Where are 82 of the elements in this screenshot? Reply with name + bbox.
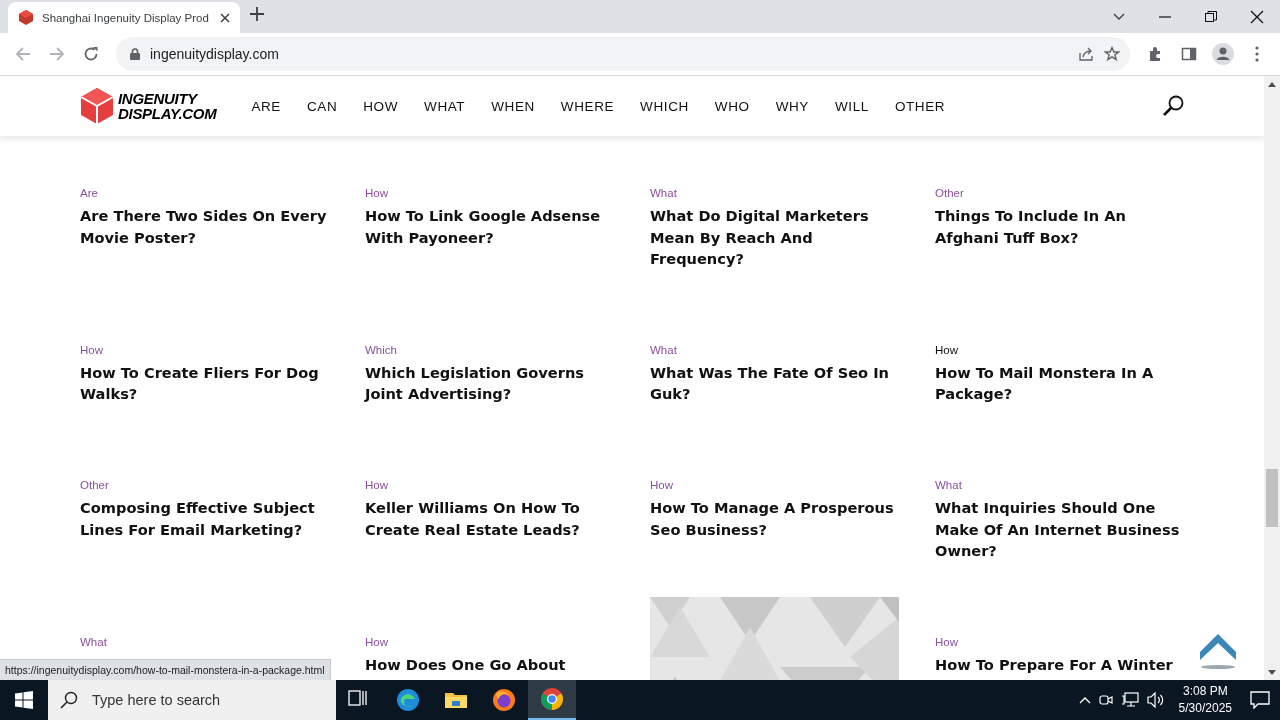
article-title-link[interactable]: What Do Digital Marketers Mean By Reach And Frequency? xyxy=(650,205,900,270)
scroll-up-icon[interactable] xyxy=(1268,81,1276,87)
restore-icon[interactable] xyxy=(1204,9,1218,24)
close-icon[interactable] xyxy=(1250,9,1264,24)
category-link[interactable]: Which xyxy=(365,341,397,358)
article-title-link[interactable]: How To Manage A Prosperous Seo Business? xyxy=(650,496,900,541)
logo-text: INGENUITY xyxy=(118,91,199,106)
nav-link[interactable]: WHERE xyxy=(547,98,628,114)
article-title-link[interactable]: How To Mail Monstera In A Package? xyxy=(935,361,1185,405)
side-panel-icon[interactable] xyxy=(1181,46,1197,62)
article-title-link[interactable]: Things To Include In An Afghani Tuff Box? xyxy=(935,205,1185,249)
category-link[interactable]: How xyxy=(650,476,673,493)
nav-link[interactable]: WHO xyxy=(701,98,763,114)
clock-date: 5/30/2025 xyxy=(1178,700,1232,717)
article-title-link[interactable]: Which Legislation Governs Joint Advertising? xyxy=(365,361,615,405)
share-icon[interactable] xyxy=(1078,46,1094,62)
back-to-top-icon[interactable] xyxy=(1200,632,1236,670)
browser-tab[interactable]: Shanghai Ingenuity Display Prod xyxy=(8,2,240,33)
category-link[interactable]: What xyxy=(935,476,962,493)
extensions-icon[interactable] xyxy=(1147,46,1163,62)
clock[interactable]: 3:08 PM 5/30/2025 xyxy=(1178,683,1232,717)
article-title-link[interactable]: Composing Effective Subject Lines For Email Marketing? xyxy=(80,496,330,541)
site-favicon-icon xyxy=(18,9,34,26)
chevron-up-icon[interactable] xyxy=(1078,696,1091,704)
category-link[interactable]: Are xyxy=(80,185,98,201)
menu-icon[interactable] xyxy=(1255,46,1259,62)
nav-link[interactable]: WHY xyxy=(762,98,822,114)
taskbar-app-button[interactable] xyxy=(528,680,576,720)
chrome-browser-icon xyxy=(540,687,564,711)
star-icon[interactable] xyxy=(1104,46,1120,62)
scrollbar-thumb[interactable] xyxy=(1266,469,1278,527)
firefox-browser-icon xyxy=(492,688,516,712)
edge-browser-icon xyxy=(396,688,420,712)
meet-now-icon[interactable] xyxy=(1098,692,1113,708)
article-title-link[interactable]: How To Create Fliers For Dog Walks? xyxy=(80,361,330,405)
nav-link[interactable]: ARE xyxy=(238,98,294,114)
article-title-link[interactable]: How Does One Go About xyxy=(365,653,615,676)
notification-icon[interactable] xyxy=(1250,691,1270,709)
nav-link[interactable]: OTHER xyxy=(881,98,959,114)
cube-logo-icon xyxy=(80,87,114,125)
category-link[interactable]: Other xyxy=(80,476,109,493)
clock-time: 3:08 PM xyxy=(1182,683,1228,700)
article-title-link[interactable]: What Inquiries Should One Make Of An Internet Business Owner? xyxy=(935,496,1185,562)
category-link[interactable]: What xyxy=(650,185,677,201)
article-title-link[interactable]: What Was The Fate Of Seo In Guk? xyxy=(650,361,900,405)
category-link[interactable]: How xyxy=(935,341,958,358)
nav-link[interactable]: CAN xyxy=(293,98,351,114)
article-title-link[interactable]: Keller Williams On How To Create Real Estate Leads? xyxy=(365,496,615,541)
reload-icon[interactable] xyxy=(83,46,99,62)
profile-avatar-icon[interactable] xyxy=(1212,43,1234,65)
nav-link[interactable]: WILL xyxy=(821,98,882,114)
volume-icon[interactable] xyxy=(1146,692,1165,708)
lock-icon xyxy=(130,48,140,60)
category-link[interactable]: What xyxy=(650,341,677,358)
article-title-link[interactable]: How To Prepare For A Winter xyxy=(935,653,1185,676)
windows-start-icon[interactable] xyxy=(15,691,33,709)
new-tab-icon[interactable] xyxy=(250,6,264,21)
category-link[interactable]: How xyxy=(80,341,103,358)
category-link[interactable]: What xyxy=(80,633,107,650)
search-icon[interactable] xyxy=(1162,95,1184,117)
status-url: https://ingenuitydisplay.com/how-to-mail-monstera-in-a-package.html xyxy=(0,659,331,680)
article-title-link[interactable]: How To Link Google Adsense With Payoneer? xyxy=(365,205,615,249)
scroll-down-icon[interactable] xyxy=(1268,669,1276,675)
category-link[interactable]: How xyxy=(365,185,388,201)
close-icon[interactable] xyxy=(220,12,230,23)
taskbar-search-field[interactable]: Type here to search xyxy=(90,691,314,709)
category-link[interactable]: How xyxy=(365,633,388,650)
address-bar[interactable]: ingenuitydisplay.com xyxy=(116,37,1130,71)
nav-link[interactable]: WHEN xyxy=(478,98,548,114)
nav-link[interactable]: WHAT xyxy=(411,98,479,114)
nav-link[interactable]: WHICH xyxy=(627,98,702,114)
article-title-link[interactable]: Are There Two Sides On Every Movie Poster? xyxy=(80,205,330,249)
scrollbar[interactable] xyxy=(1264,76,1280,680)
nav-link[interactable]: HOW xyxy=(350,98,412,114)
category-link[interactable]: Other xyxy=(935,185,964,201)
url-text: ingenuitydisplay.com xyxy=(150,46,280,62)
network-icon[interactable] xyxy=(1120,692,1139,708)
search-icon xyxy=(60,691,78,709)
category-link[interactable]: How xyxy=(935,633,958,650)
category-link[interactable]: How xyxy=(365,476,388,493)
taskbar-search-box[interactable]: Type here to search xyxy=(48,680,336,720)
logo-text: DISPLAY.COM xyxy=(118,106,217,121)
